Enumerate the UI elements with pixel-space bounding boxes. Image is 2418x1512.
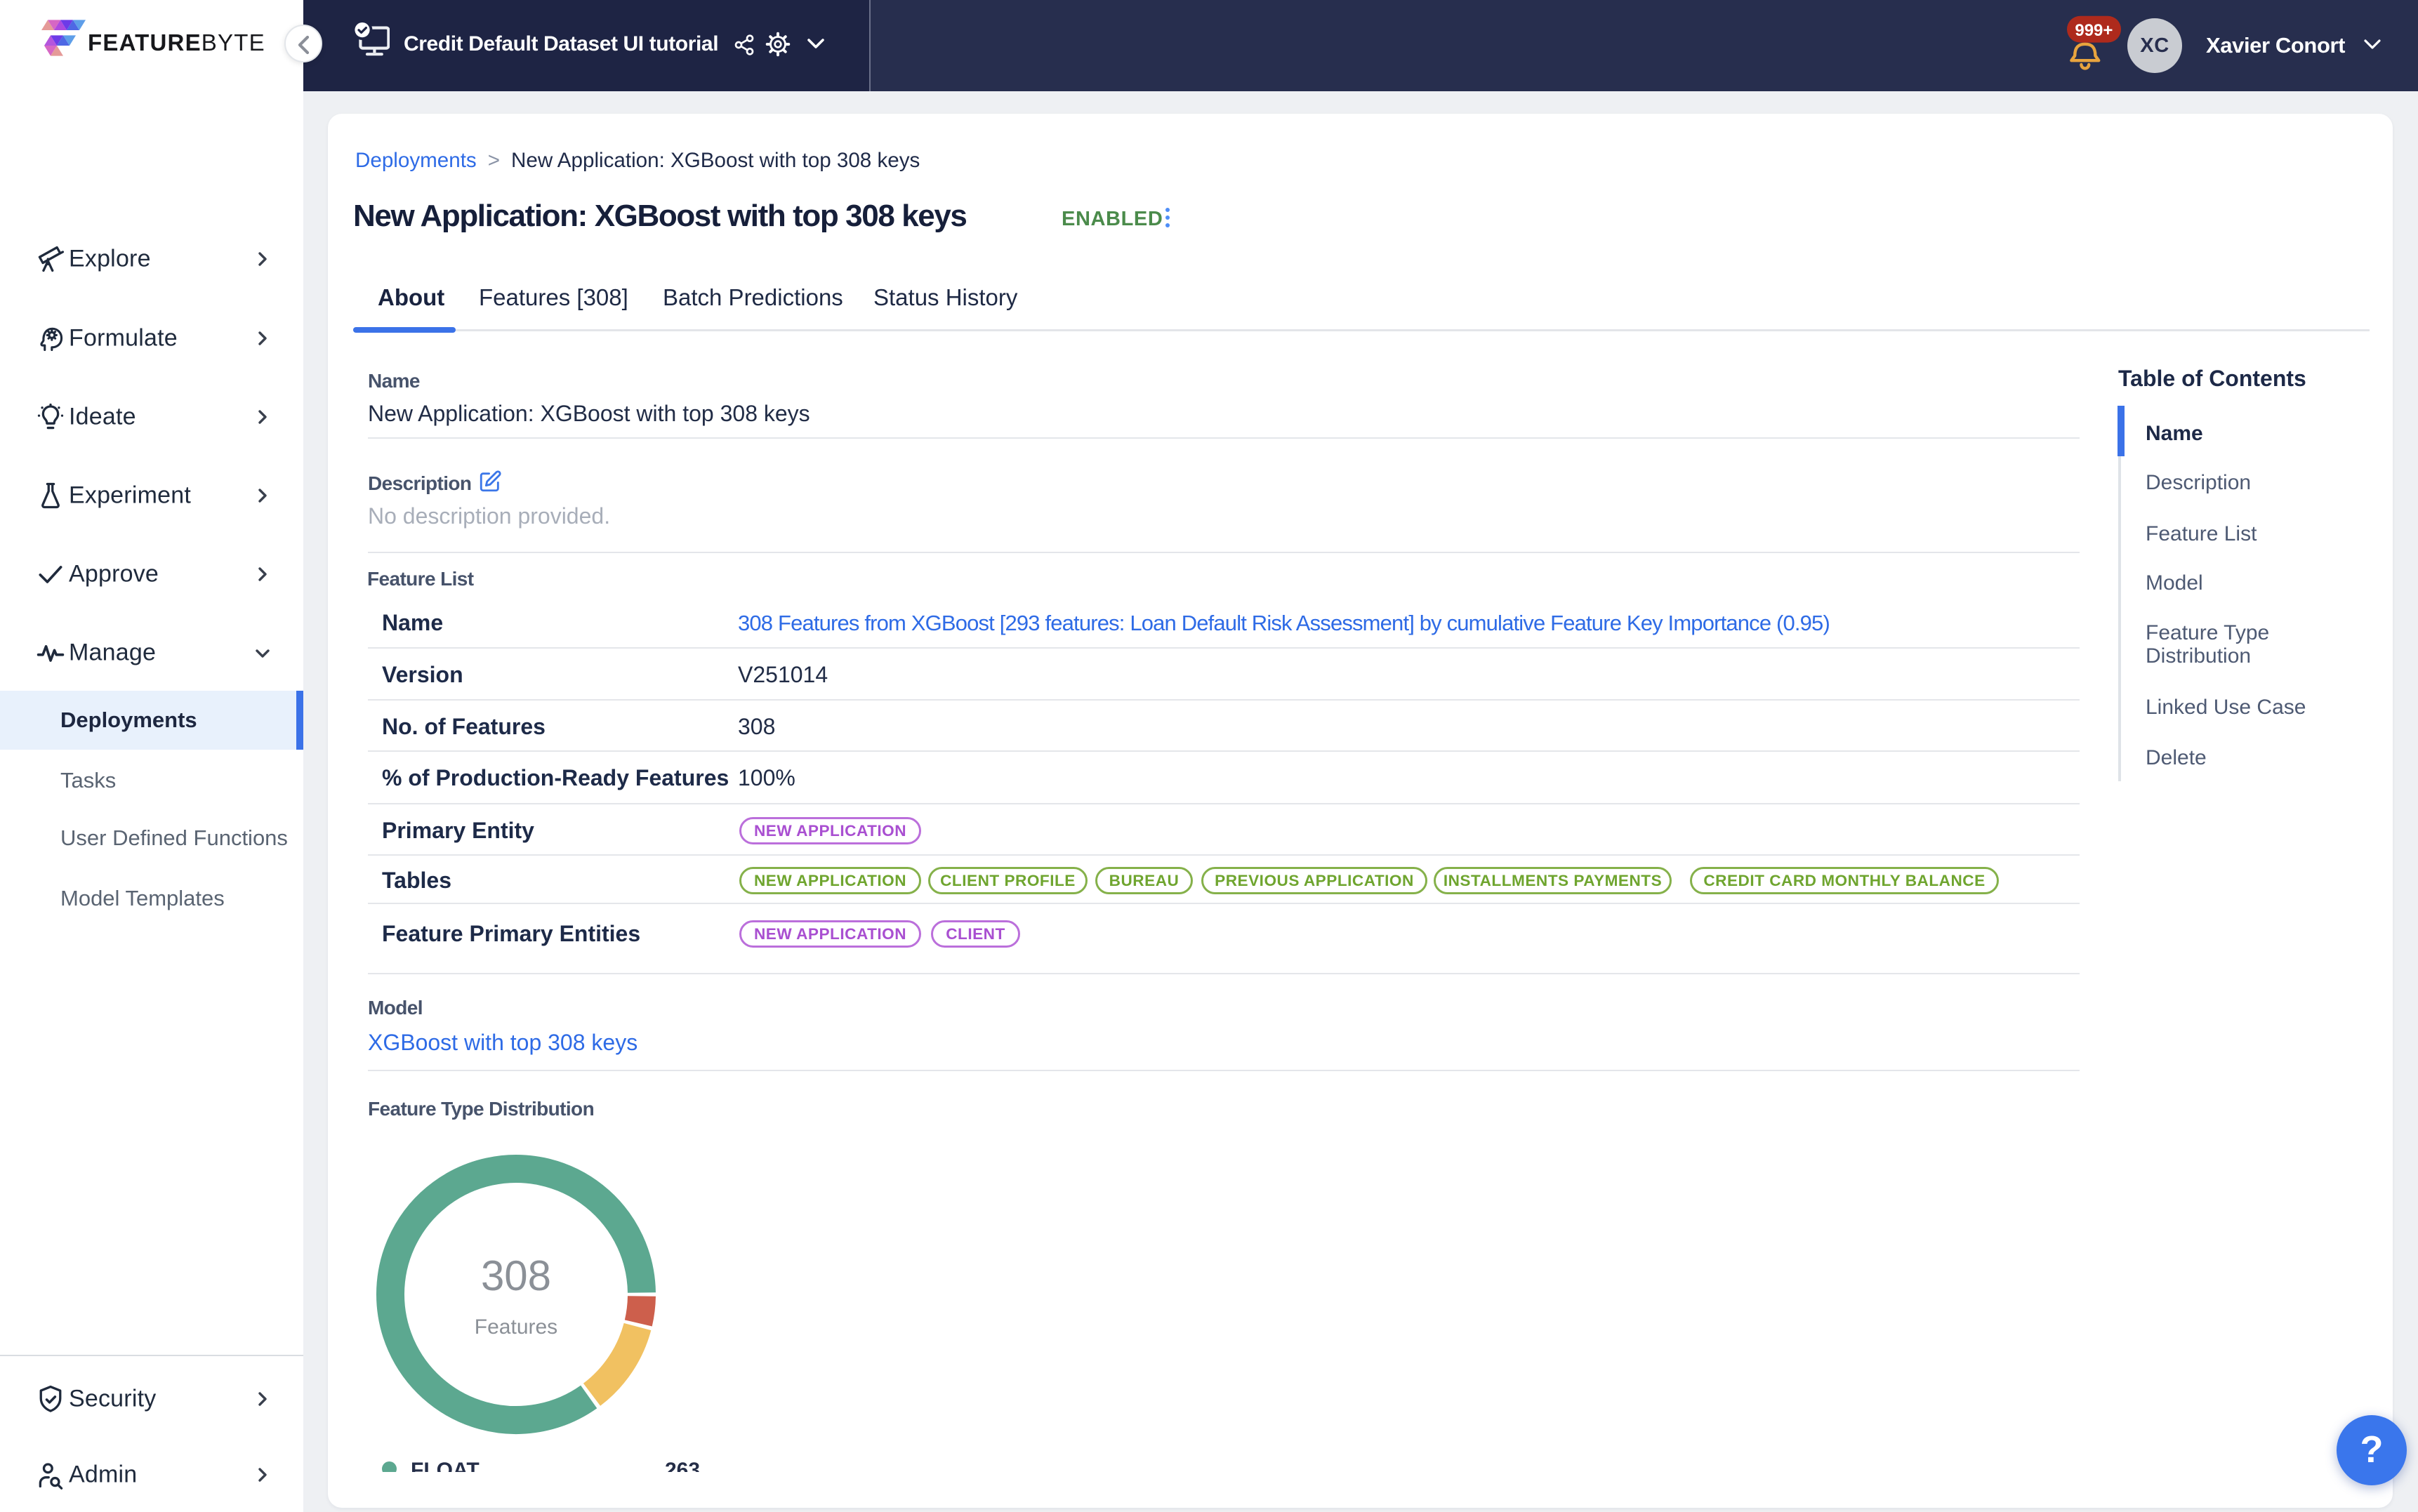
svg-text:999+: 999+ — [2075, 21, 2113, 40]
